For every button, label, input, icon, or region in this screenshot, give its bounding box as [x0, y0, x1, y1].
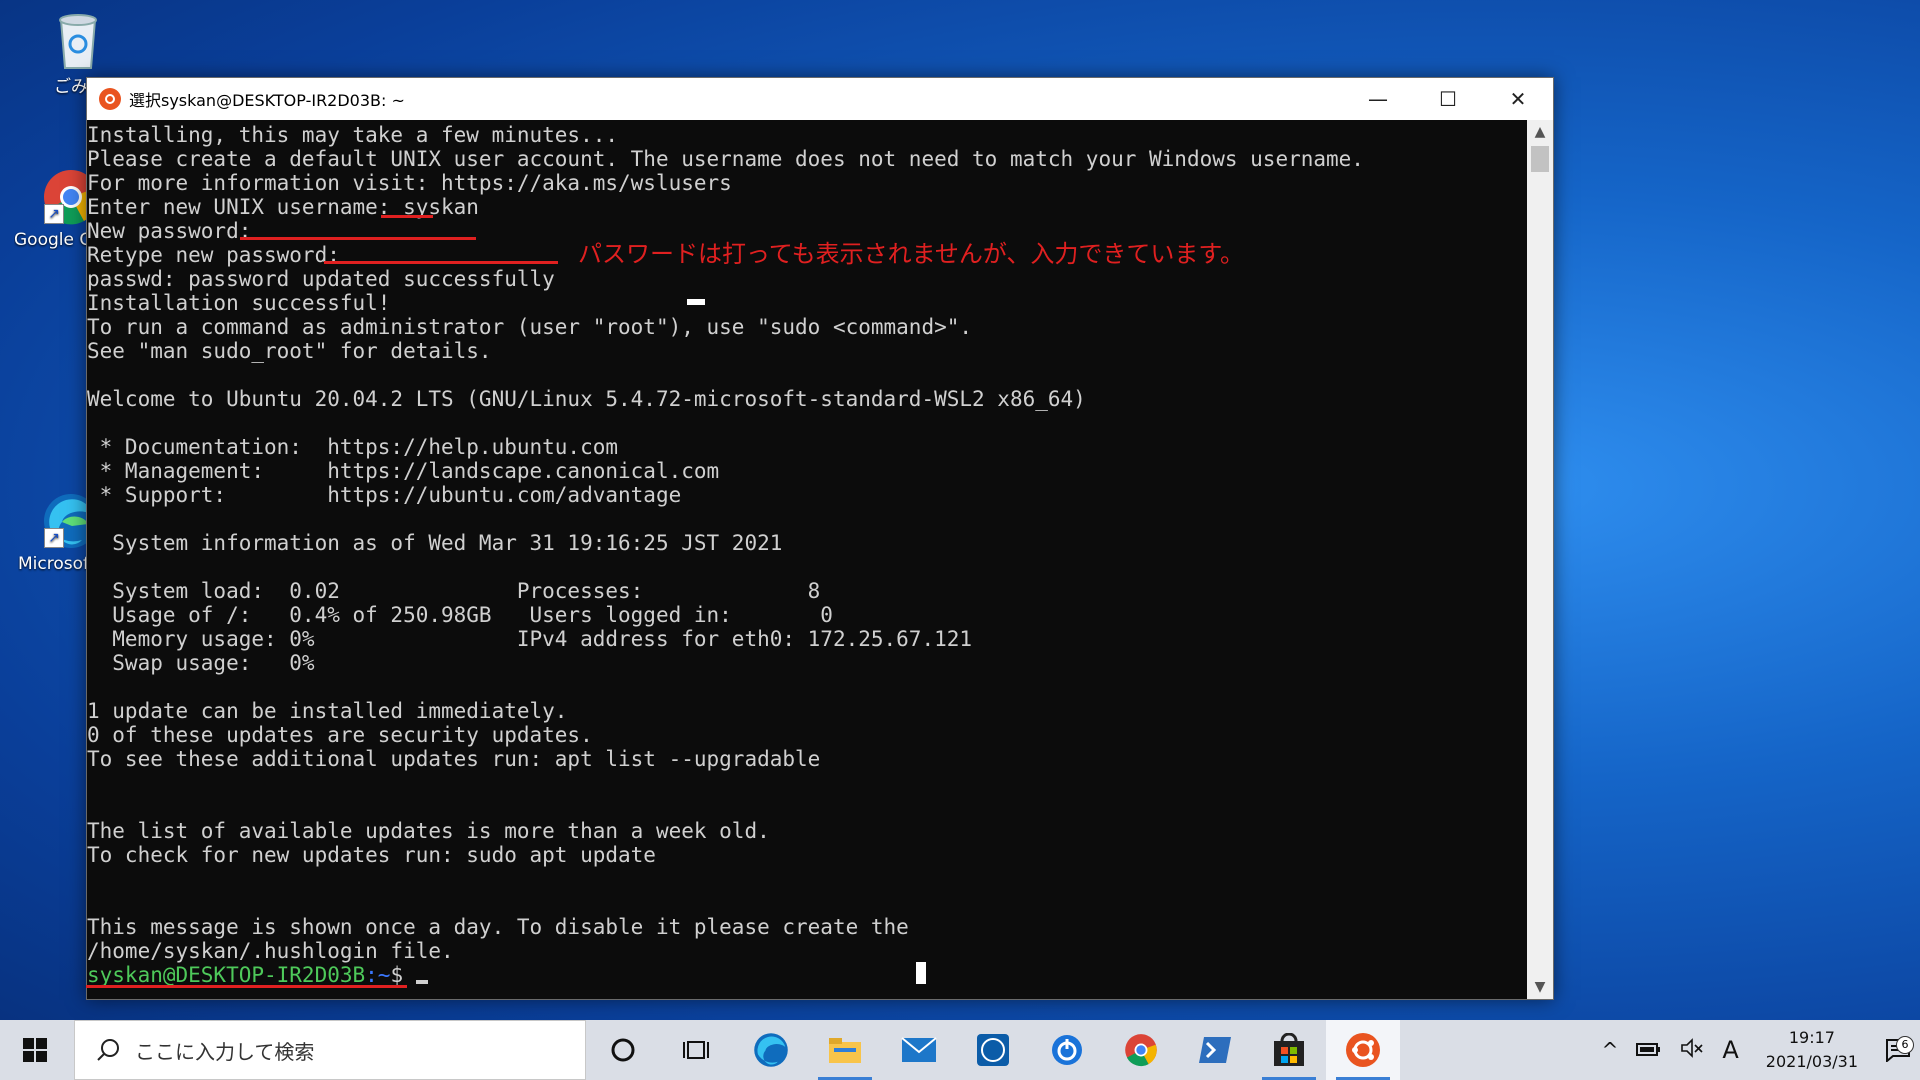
terminal-line: To check for new updates run: sudo apt u… [87, 843, 656, 867]
cortana-icon[interactable] [586, 1020, 660, 1080]
vertical-scrollbar[interactable]: ▲ ▼ [1527, 120, 1553, 999]
terminal-line: System information as of Wed Mar 31 19:1… [87, 531, 783, 555]
clock-time: 19:17 [1788, 1028, 1835, 1047]
power-icon[interactable] [1030, 1020, 1104, 1080]
ime-indicator[interactable]: A [1713, 1036, 1747, 1064]
search-icon [97, 1039, 119, 1061]
chevron-up-icon[interactable]: ^ [1593, 1038, 1628, 1062]
windows-logo-icon [23, 1038, 47, 1062]
task-view-icon[interactable] [660, 1020, 734, 1080]
annotation-underline-password [240, 237, 476, 240]
scroll-up-icon[interactable]: ▲ [1527, 120, 1553, 144]
annotation-underline-username [381, 215, 433, 218]
terminal-line: Swap usage: 0% [87, 651, 315, 675]
annotation-underline-retype [324, 261, 558, 264]
minimize-button[interactable]: — [1343, 78, 1413, 120]
terminal-line: 1 update can be installed immediately. [87, 699, 568, 723]
file-explorer-icon[interactable] [808, 1020, 882, 1080]
desktop-icon-chrome[interactable]: ↗ Google Chrome [0, 168, 100, 250]
stray-cursor-mark [687, 299, 705, 305]
terminal-line: passwd: password updated successfully [87, 267, 555, 291]
terminal-line: * Documentation: https://help.ubuntu.com [87, 435, 619, 459]
terminal-line: Installing, this may take a few minutes.… [87, 123, 619, 147]
prompt-user: syskan@DESKTOP-IR2D03B [87, 963, 366, 987]
terminal-line: Installation successful! [87, 291, 391, 315]
maximize-button[interactable]: ☐ [1413, 78, 1483, 120]
annotation-underline-prompt [86, 985, 407, 988]
window-controls: — ☐ ✕ [1343, 78, 1553, 120]
start-button[interactable] [0, 1020, 70, 1080]
terminal-line: /home/syskan/.hushlogin file. [87, 939, 454, 963]
terminal-line: System load: 0.02 Processes: 8 [87, 579, 821, 603]
powershell-icon[interactable] [1178, 1020, 1252, 1080]
shortcut-arrow-icon: ↗ [44, 528, 64, 548]
terminal-line: Retype new password: [87, 243, 340, 267]
terminal-line: Memory usage: 0% IPv4 address for eth0: … [87, 627, 973, 651]
annotation-note: パスワードは打っても表示されませんが、入力できています。 [578, 240, 1244, 268]
terminal-line: See "man sudo_root" for details. [87, 339, 492, 363]
battery-icon[interactable] [1627, 1038, 1671, 1062]
terminal-line: New password: [87, 219, 252, 243]
taskbar: ここに入力して検索 ^ A 19:17 2021/03/31 6 [0, 1020, 1920, 1080]
prompt-dollar: $ [390, 963, 416, 987]
search-box[interactable]: ここに入力して検索 [74, 1020, 586, 1080]
desktop-icon-label: Microsoft Edge [18, 554, 90, 574]
mouse-ibeam-cursor [916, 962, 926, 984]
window-title: 選択syskan@DESKTOP-IR2D03B: ~ [129, 91, 405, 110]
window-titlebar[interactable]: 選択syskan@DESKTOP-IR2D03B: ~ — ☐ ✕ [87, 78, 1553, 120]
desktop-icon-edge[interactable]: ↗ Microsoft Edge [0, 492, 100, 574]
terminal-line: * Support: https://ubuntu.com/advantage [87, 483, 682, 507]
text-cursor [415, 980, 428, 984]
shell-prompt[interactable]: syskan@DESKTOP-IR2D03B:~$ [87, 963, 428, 987]
terminal-line: Welcome to Ubuntu 20.04.2 LTS (GNU/Linux… [87, 387, 1086, 411]
recycle-bin-icon [49, 10, 107, 69]
search-placeholder: ここに入力して検索 [135, 1039, 315, 1064]
store-icon[interactable] [1252, 1020, 1326, 1080]
terminal-line: For more information visit: https://aka.… [87, 171, 732, 195]
clock-date: 2021/03/31 [1765, 1052, 1858, 1071]
close-button[interactable]: ✕ [1483, 78, 1553, 120]
scroll-down-icon[interactable]: ▼ [1527, 975, 1553, 999]
shortcut-arrow-icon: ↗ [44, 204, 64, 224]
prompt-path: :~ [365, 963, 391, 987]
edge-icon[interactable] [734, 1020, 808, 1080]
volume-muted-icon[interactable] [1671, 1037, 1713, 1063]
scrollbar-thumb[interactable] [1531, 146, 1549, 172]
ubuntu-icon[interactable] [1326, 1020, 1400, 1080]
dell-icon[interactable] [956, 1020, 1030, 1080]
terminal-line: The list of available updates is more th… [87, 819, 770, 843]
terminal-line: 0 of these updates are security updates. [87, 723, 593, 747]
terminal-window[interactable]: 選択syskan@DESKTOP-IR2D03B: ~ — ☐ ✕ Instal… [86, 77, 1554, 1000]
terminal-line: Usage of /: 0.4% of 250.98GB Users logge… [87, 603, 833, 627]
clock[interactable]: 19:17 2021/03/31 [1748, 1026, 1876, 1074]
terminal-line: To run a command as administrator (user … [87, 315, 973, 339]
terminal-line: This message is shown once a day. To dis… [87, 915, 909, 939]
terminal-line: To see these additional updates run: apt… [87, 747, 821, 771]
chrome-icon[interactable] [1104, 1020, 1178, 1080]
mail-icon[interactable] [882, 1020, 956, 1080]
system-tray: ^ A 19:17 2021/03/31 6 [1593, 1020, 1920, 1080]
notification-count-badge: 6 [1896, 1036, 1914, 1054]
terminal-line: Please create a default UNIX user accoun… [87, 147, 1364, 171]
ubuntu-icon [99, 88, 121, 110]
terminal-line: * Management: https://landscape.canonica… [87, 459, 720, 483]
action-center-button[interactable]: 6 [1876, 1036, 1920, 1062]
